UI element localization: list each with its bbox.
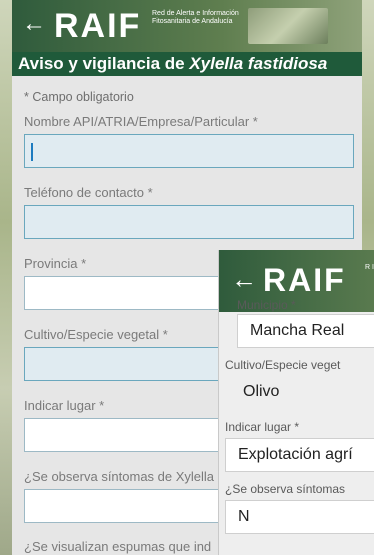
text-cursor [31,143,33,161]
page-title: Aviso y vigilancia de Xylella fastidiosa [12,52,362,76]
page-title-prefix: Aviso y vigilancia de [18,54,190,73]
field-label-lugar: Indicar lugar * [225,420,300,434]
page-title-species: Xylella fastidiosa [189,54,328,73]
field-label-municipio: Municipio * [237,298,296,312]
app-logo: RAIF [54,7,142,45]
app-logo: RAIF [263,262,346,298]
field-label-espumas: ¿Se visualizan espumas que ind vectores … [24,539,212,555]
app-header: ← RAIF Red de Alerta e Información Fitos… [12,0,362,52]
header-photo [248,8,328,44]
cultivo-value[interactable]: Olivo [237,376,374,410]
municipio-select[interactable]: Mancha Real [237,314,374,348]
back-arrow-icon[interactable]: ← [22,10,46,38]
field-label-sintomas: ¿Se observa síntomas [225,482,346,496]
telefono-input[interactable] [24,205,354,239]
screenshot-collage: ← RAIF Red de Alerta e Información Fitos… [0,0,374,555]
required-note: * Campo obligatorio [24,90,134,104]
back-arrow-icon[interactable]: ← [231,264,257,295]
field-label-nombre: Nombre API/ATRIA/Empresa/Particular * [24,114,258,129]
nombre-input[interactable] [24,134,354,168]
field-label-telefono: Teléfono de contacto * [24,185,153,200]
field-label-cultivo: Cultivo/Especie veget [225,358,341,372]
app-logo-subtitle: R In d [365,264,374,271]
app-logo-subtitle: Red de Alerta e Información Fitosanitari… [152,10,239,25]
sintomas-select[interactable]: N [225,500,374,534]
lugar-select[interactable]: Explotación agrí [225,438,374,472]
form-screen-overlay: ← RAIF R In d Municipio * Mancha Real Cu… [218,250,374,555]
